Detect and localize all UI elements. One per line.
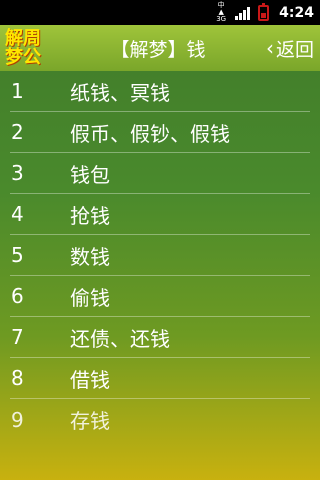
item-label: 还债、还钱 bbox=[70, 326, 170, 351]
page-title: 【解梦】钱 bbox=[110, 38, 206, 61]
network-type-top: 中▲ bbox=[217, 1, 225, 16]
back-label: 返回 bbox=[275, 38, 314, 61]
list-item[interactable]: 8 借钱 bbox=[10, 358, 310, 399]
item-label: 数钱 bbox=[70, 244, 110, 269]
signal-icon bbox=[235, 6, 251, 20]
item-label: 偷钱 bbox=[70, 285, 110, 310]
list-item[interactable]: 4 抢钱 bbox=[10, 194, 310, 235]
list-item[interactable]: 6 偷钱 bbox=[10, 276, 310, 317]
item-number: 4 bbox=[11, 202, 24, 226]
item-number: 8 bbox=[11, 366, 24, 390]
item-number: 5 bbox=[11, 243, 24, 267]
list-item[interactable]: 1 纸钱、冥钱 bbox=[10, 71, 310, 112]
item-label: 借钱 bbox=[70, 367, 110, 392]
item-label: 钱包 bbox=[70, 162, 110, 187]
item-label: 假币、假钞、假钱 bbox=[70, 121, 230, 146]
app-logo: 解周 梦公 bbox=[0, 25, 46, 71]
item-number: 9 bbox=[11, 407, 24, 432]
app-header: 解周 梦公 【解梦】钱 ‹ 返回 bbox=[0, 25, 320, 71]
network-indicator: 中▲ 3G bbox=[215, 2, 227, 23]
item-number: 2 bbox=[11, 120, 24, 144]
status-bar: 中▲ 3G 4:24 bbox=[0, 0, 320, 25]
chevron-left-icon: ‹ bbox=[265, 36, 274, 60]
dream-list: 1 纸钱、冥钱 2 假币、假钞、假钱 3 钱包 4 抢钱 5 数钱 6 偷钱 7… bbox=[0, 71, 320, 440]
list-item[interactable]: 3 钱包 bbox=[10, 153, 310, 194]
item-label: 抢钱 bbox=[70, 203, 110, 228]
item-number: 1 bbox=[11, 79, 24, 103]
item-label: 纸钱、冥钱 bbox=[70, 80, 170, 105]
status-time: 4:24 bbox=[279, 4, 314, 21]
list-item[interactable]: 5 数钱 bbox=[10, 235, 310, 276]
item-number: 7 bbox=[11, 325, 24, 349]
item-label: 存钱 bbox=[70, 409, 110, 433]
logo-line-1: 解周 bbox=[5, 28, 41, 49]
item-number: 6 bbox=[11, 284, 24, 308]
back-button[interactable]: ‹ 返回 bbox=[266, 35, 320, 62]
network-type-label: 3G bbox=[216, 15, 227, 23]
logo-line-2: 梦公 bbox=[5, 47, 41, 68]
list-item[interactable]: 2 假币、假钞、假钱 bbox=[10, 112, 310, 153]
list-item[interactable]: 7 还债、还钱 bbox=[10, 317, 310, 358]
list-item[interactable]: 9 存钱 bbox=[10, 399, 310, 440]
item-number: 3 bbox=[11, 161, 24, 185]
battery-icon bbox=[258, 2, 270, 21]
